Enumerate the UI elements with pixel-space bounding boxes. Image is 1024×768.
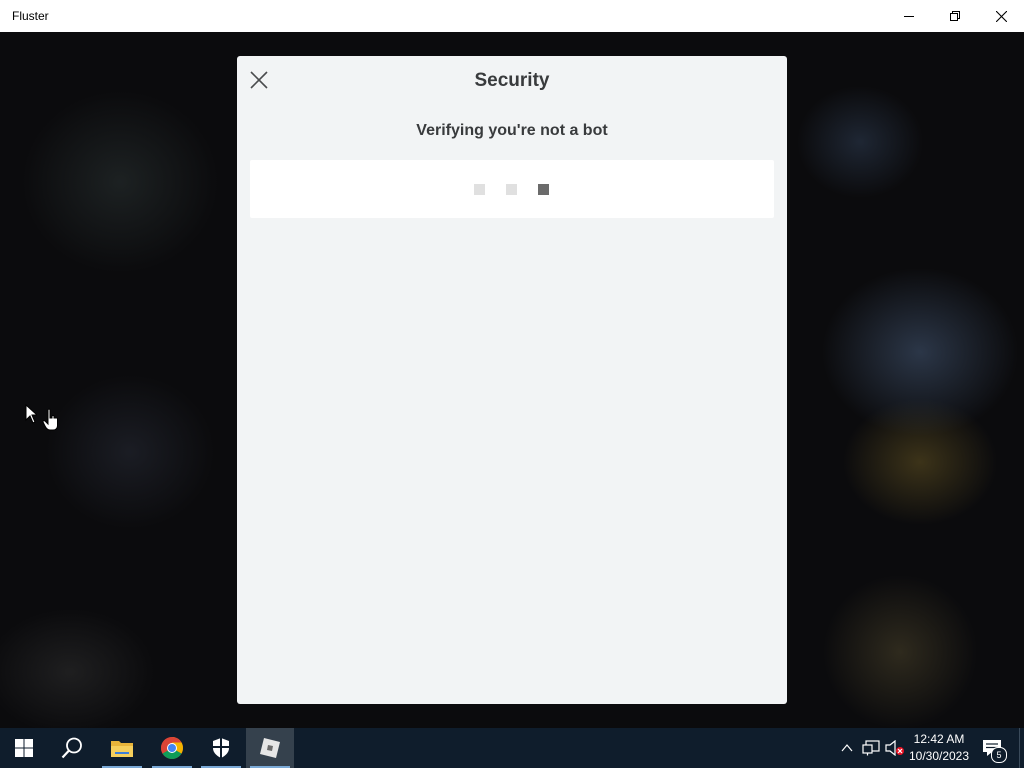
loading-dot (538, 184, 549, 195)
close-window-button[interactable] (978, 0, 1024, 32)
title-bar: Fluster (0, 0, 1024, 32)
chrome-icon (161, 737, 183, 759)
search-icon (61, 737, 82, 759)
chrome-button[interactable] (148, 728, 196, 768)
roblox-icon (260, 738, 280, 758)
captcha-container (250, 160, 774, 218)
arrow-cursor-icon (25, 404, 37, 424)
taskbar: 12:42 AM 10/30/2023 (0, 728, 1024, 768)
volume-button[interactable] (884, 728, 906, 768)
loading-dot (474, 184, 485, 195)
security-dialog: Security Verifying you're not a bot (237, 56, 787, 704)
restore-icon (950, 11, 960, 21)
search-button[interactable] (48, 728, 96, 768)
loading-dot (506, 184, 517, 195)
show-desktop-button[interactable] (1019, 728, 1024, 768)
chevron-up-icon (841, 744, 853, 752)
shield-icon (213, 738, 229, 758)
minimize-button[interactable] (886, 0, 932, 32)
file-explorer-button[interactable] (98, 728, 146, 768)
roblox-button[interactable] (246, 728, 294, 768)
clock-time: 12:42 AM (913, 732, 965, 746)
network-button[interactable] (860, 728, 882, 768)
notification-count-badge: 5 (991, 747, 1007, 763)
dialog-title: Security (474, 70, 550, 91)
start-button[interactable] (0, 728, 48, 768)
minimize-icon (904, 16, 914, 17)
windows-security-button[interactable] (197, 728, 245, 768)
volume-muted-icon (885, 740, 904, 756)
restore-button[interactable] (932, 0, 978, 32)
windows-logo-icon (15, 739, 33, 757)
folder-icon (111, 741, 133, 757)
clock-date: 10/30/2023 (908, 749, 970, 763)
window-title: Fluster (12, 9, 49, 23)
clock[interactable]: 12:42 AM 10/30/2023 (904, 731, 974, 765)
network-icon (862, 740, 880, 756)
verification-message: Verifying you're not a bot (416, 122, 608, 139)
close-icon (995, 10, 1007, 22)
hand-cursor-icon (42, 408, 58, 431)
show-hidden-icons-button[interactable] (838, 728, 856, 768)
